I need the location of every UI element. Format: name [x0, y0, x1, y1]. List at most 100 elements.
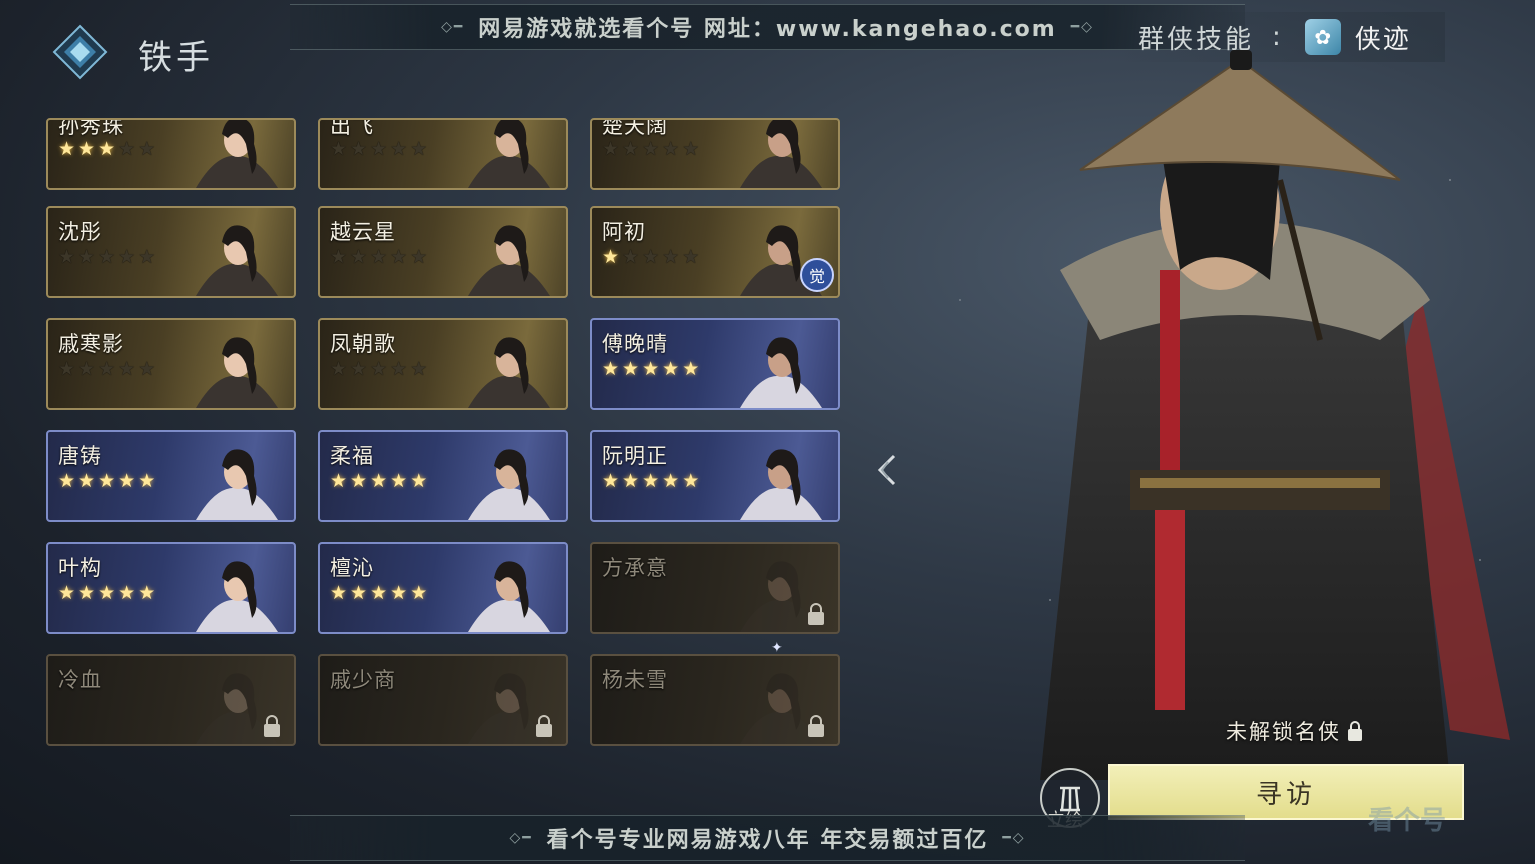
hero-card[interactable]: 柔福 ★ ★ ★ ★ ★	[318, 430, 568, 522]
hero-card[interactable]: 阮明正 ★ ★ ★ ★ ★	[590, 430, 840, 522]
star-empty-icon: ★	[118, 358, 136, 380]
star-empty-icon: ★	[98, 246, 116, 268]
hero-card[interactable]: 出飞 ★ ★ ★ ★ ★	[318, 118, 568, 190]
hero-card[interactable]: 傅晚晴 ★ ★ ★ ★ ★	[590, 318, 840, 410]
hero-card-grid: 孙秀珠 ★ ★ ★ ★ ★ 出飞 ★ ★ ★ ★ ★ 楚天阔 ★ ★ ★ ★ ★ 沈彤 ★ ★ ★ ★ ★ 越云星 ★ ★ ★ ★ ★ 阿初…	[46, 100, 846, 752]
sparkle-icon: ✦	[771, 640, 783, 656]
star-filled-icon: ★	[682, 358, 700, 380]
hero-name: 傅晚晴	[602, 332, 668, 356]
lock-icon	[808, 603, 824, 625]
watermark: 看个号	[1368, 806, 1447, 836]
hero-name: 方承意	[602, 556, 668, 580]
hero-card[interactable]: 杨未雪	[590, 654, 840, 746]
star-filled-icon: ★	[370, 582, 388, 604]
hero-card[interactable]: 越云星 ★ ★ ★ ★ ★	[318, 206, 568, 298]
hero-card[interactable]: 戚少商	[318, 654, 568, 746]
star-filled-icon: ★	[602, 470, 620, 492]
star-rating: ★ ★ ★ ★ ★	[330, 140, 427, 159]
star-filled-icon: ★	[662, 470, 680, 492]
hero-thumbnail	[468, 225, 550, 296]
page-title: 铁手	[138, 38, 214, 78]
unlock-status: 未解锁名侠	[1226, 716, 1363, 746]
star-filled-icon: ★	[390, 470, 408, 492]
hero-name: 阿初	[602, 220, 646, 244]
banner-ornament-icon: ◇━	[441, 19, 465, 35]
star-empty-icon: ★	[98, 358, 116, 380]
star-filled-icon: ★	[622, 470, 640, 492]
hero-name: 楚天阔	[602, 118, 668, 138]
star-empty-icon: ★	[622, 246, 640, 268]
star-filled-icon: ★	[78, 582, 96, 604]
star-rating: ★ ★ ★ ★ ★	[330, 472, 427, 491]
star-filled-icon: ★	[58, 470, 76, 492]
hero-card[interactable]: 檀沁 ★ ★ ★ ★ ★	[318, 542, 568, 634]
banner-ornament-icon: ━◇	[1070, 19, 1094, 35]
star-empty-icon: ★	[78, 358, 96, 380]
hero-card[interactable]: 孙秀珠 ★ ★ ★ ★ ★	[46, 118, 296, 190]
lock-icon	[264, 715, 280, 737]
star-empty-icon: ★	[370, 138, 388, 160]
hero-name: 檀沁	[330, 556, 374, 580]
hero-portrait	[1040, 50, 1510, 780]
hero-thumbnail	[196, 337, 278, 408]
hero-thumbnail	[740, 449, 822, 520]
hero-card[interactable]: 冷血	[46, 654, 296, 746]
hero-card[interactable]: 阿初 ★ ★ ★ ★ ★ 觉	[590, 206, 840, 298]
star-filled-icon: ★	[602, 246, 620, 268]
star-filled-icon: ★	[370, 470, 388, 492]
star-empty-icon: ★	[682, 246, 700, 268]
star-rating: ★ ★ ★ ★ ★	[58, 248, 155, 267]
hero-card[interactable]: 楚天阔 ★ ★ ★ ★ ★	[590, 118, 840, 190]
hero-name: 凤朝歌	[330, 332, 396, 356]
top-banner-text: 网易游戏就选看个号 网址：www.kangehao.com	[478, 17, 1057, 42]
star-empty-icon: ★	[390, 138, 408, 160]
star-filled-icon: ★	[350, 582, 368, 604]
star-empty-icon: ★	[662, 246, 680, 268]
star-empty-icon: ★	[410, 358, 428, 380]
star-empty-icon: ★	[370, 358, 388, 380]
star-rating: ★ ★ ★ ★ ★	[602, 472, 699, 491]
hero-thumbnail	[740, 120, 822, 188]
lock-icon	[808, 715, 824, 737]
lock-icon	[1348, 721, 1362, 741]
star-rating: ★ ★ ★ ★ ★	[602, 140, 699, 159]
hero-card[interactable]: 叶构 ★ ★ ★ ★ ★	[46, 542, 296, 634]
star-filled-icon: ★	[138, 582, 156, 604]
star-empty-icon: ★	[642, 246, 660, 268]
hero-card[interactable]: 沈彤 ★ ★ ★ ★ ★	[46, 206, 296, 298]
hero-name: 叶构	[58, 556, 102, 580]
star-empty-icon: ★	[350, 358, 368, 380]
hero-name: 戚少商	[330, 668, 396, 692]
star-filled-icon: ★	[410, 582, 428, 604]
hero-thumbnail	[468, 449, 550, 520]
hero-card[interactable]: 唐铸 ★ ★ ★ ★ ★	[46, 430, 296, 522]
star-empty-icon: ★	[138, 358, 156, 380]
banner-ornament-icon: ◇━	[509, 830, 533, 846]
hero-name: 出飞	[330, 118, 374, 138]
hero-card[interactable]: 凤朝歌 ★ ★ ★ ★ ★	[318, 318, 568, 410]
star-filled-icon: ★	[78, 138, 96, 160]
collapse-chevron-icon[interactable]	[872, 452, 900, 488]
star-rating: ★ ★ ★ ★ ★	[330, 584, 427, 603]
star-filled-icon: ★	[98, 582, 116, 604]
star-empty-icon: ★	[118, 246, 136, 268]
star-rating: ★ ★ ★ ★ ★	[602, 248, 699, 267]
hero-name: 戚寒影	[58, 332, 124, 356]
star-empty-icon: ★	[58, 246, 76, 268]
hero-card[interactable]: 方承意	[590, 542, 840, 634]
star-empty-icon: ★	[350, 138, 368, 160]
star-filled-icon: ★	[622, 358, 640, 380]
star-filled-icon: ★	[350, 470, 368, 492]
star-empty-icon: ★	[390, 358, 408, 380]
star-filled-icon: ★	[642, 470, 660, 492]
star-empty-icon: ★	[390, 246, 408, 268]
star-empty-icon: ★	[78, 246, 96, 268]
bottom-banner-text: 看个号专业网易游戏八年 年交易额过百亿	[546, 828, 989, 853]
hero-thumbnail	[468, 561, 550, 632]
hero-card[interactable]: 戚寒影 ★ ★ ★ ★ ★	[46, 318, 296, 410]
hero-thumbnail	[196, 120, 278, 188]
star-rating: ★ ★ ★ ★ ★	[58, 140, 155, 159]
back-diamond-icon[interactable]	[52, 24, 108, 80]
star-filled-icon: ★	[98, 138, 116, 160]
star-rating: ★ ★ ★ ★ ★	[58, 584, 155, 603]
